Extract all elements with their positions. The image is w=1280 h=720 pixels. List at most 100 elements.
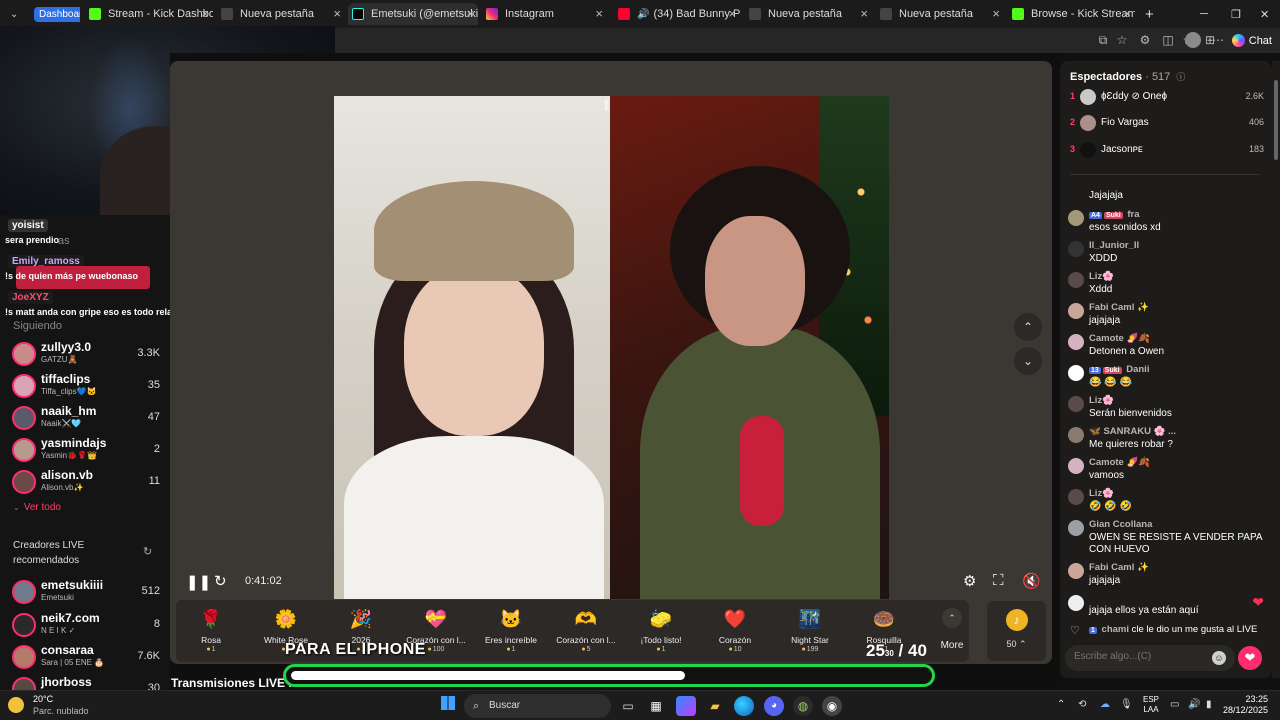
- close-icon[interactable]: ×: [201, 6, 209, 21]
- microphone-icon[interactable]: 🎙: [1120, 699, 1133, 710]
- tab-kick-browse[interactable]: Browse - Kick Streaming ×: [1008, 3, 1135, 25]
- chat-username[interactable]: Il_Junior_Il: [1089, 240, 1139, 251]
- close-icon[interactable]: ×: [1123, 6, 1131, 21]
- emoji-icon[interactable]: ☺: [1212, 651, 1226, 665]
- close-icon[interactable]: ×: [333, 6, 341, 21]
- sidebar-channel[interactable]: naaik_hm Naaik⚔️🩵 47: [10, 404, 160, 434]
- top-viewer-row[interactable]: 2 Fio Vargas 406: [1068, 114, 1266, 134]
- tab-new-3[interactable]: Nueva pestaña ×: [876, 3, 1004, 25]
- chat-username[interactable]: Camote 🍠🍂: [1089, 333, 1150, 344]
- next-stream-button[interactable]: ⌄: [1014, 347, 1042, 375]
- avatar: [12, 645, 36, 669]
- close-icon[interactable]: ×: [860, 6, 868, 21]
- gift-item[interactable]: ❤️ Corazón 10: [698, 603, 772, 659]
- chat-input-box[interactable]: ☺: [1065, 645, 1235, 671]
- chat-username[interactable]: Liz🌸: [1089, 395, 1114, 406]
- chat-input[interactable]: [1074, 651, 1204, 662]
- tab-instagram[interactable]: Instagram ×: [482, 3, 607, 25]
- copilot-chat-button[interactable]: Chat: [1231, 32, 1272, 49]
- sidebar-channel[interactable]: alison.vb Alison.vb✨ 11: [10, 468, 160, 498]
- chat-username[interactable]: Fabi Caml ✨: [1089, 302, 1149, 313]
- settings-icon[interactable]: ⚙: [963, 572, 976, 590]
- weather-widget[interactable]: 20°C Parc. nublado: [33, 693, 89, 717]
- close-icon[interactable]: ×: [595, 6, 603, 21]
- pause-icon[interactable]: ❚❚: [186, 573, 211, 591]
- onedrive-icon[interactable]: ☁: [1100, 699, 1110, 710]
- send-heart-button[interactable]: ❤: [1238, 646, 1262, 670]
- battery-icon[interactable]: ▮: [1206, 699, 1212, 710]
- favorite-star-icon[interactable]: ☆: [1115, 33, 1129, 47]
- gift-item[interactable]: 🫶 Corazón con l... 5: [549, 603, 623, 659]
- tab-list-button[interactable]: ⌄: [2, 3, 26, 25]
- taskbar-search[interactable]: ⌕ Buscar: [464, 694, 611, 718]
- chat-scroll-thumb[interactable]: [1274, 80, 1278, 160]
- network-icon[interactable]: ▭: [1170, 699, 1179, 710]
- tray-chevron-icon[interactable]: ⌃: [1057, 699, 1065, 710]
- weather-icon[interactable]: [8, 695, 28, 715]
- clock[interactable]: 23:25 28/12/2025: [1223, 694, 1268, 716]
- widgets-icon[interactable]: ▦: [646, 696, 666, 716]
- new-tab-button[interactable]: +: [1141, 3, 1161, 25]
- fullscreen-icon[interactable]: ⛶: [993, 572, 1004, 589]
- top-viewer-row[interactable]: 3 Jacsonᴘᴇ 183: [1068, 141, 1266, 161]
- mute-icon[interactable]: 🔇: [1022, 572, 1041, 590]
- gift-item[interactable]: 🌹 Rosa 1: [174, 603, 248, 659]
- discord-icon[interactable]: ◕: [764, 696, 784, 716]
- chat-username[interactable]: Camote 🍠🍂: [1089, 457, 1150, 468]
- maximize-icon[interactable]: ❐: [1227, 3, 1241, 25]
- chat-username[interactable]: 13 Suki Danii: [1089, 364, 1149, 375]
- chat-username[interactable]: Liz🌸: [1089, 488, 1114, 499]
- chat-username[interactable]: Fabi Caml ✨: [1089, 562, 1149, 573]
- windows-start-icon[interactable]: [438, 696, 458, 716]
- sidebar-channel[interactable]: tiffaclips Tiffa_clips💙🐱 35: [10, 372, 160, 402]
- sidebar-channel[interactable]: consaraa Sara | 05 ENE 🎂 7.6K: [10, 643, 160, 673]
- gift-item[interactable]: 🐱 Eres increíble 1: [474, 603, 548, 659]
- close-window-icon[interactable]: ✕: [1256, 3, 1270, 25]
- obs-icon[interactable]: ◉: [822, 696, 842, 716]
- close-icon[interactable]: ×: [728, 6, 736, 21]
- task-view-icon[interactable]: ▭: [618, 696, 638, 716]
- gift-item[interactable]: 🌃 Night Star 199: [773, 603, 847, 659]
- refresh-icon[interactable]: ↻: [214, 572, 227, 590]
- sidebar-channel[interactable]: neik7.com N E I K ✓ 8: [10, 611, 160, 641]
- tab-kick-dashboard[interactable]: Stream - Kick Dashboard ×: [85, 3, 213, 25]
- tab-new-2[interactable]: Nueva pestaña ×: [745, 3, 872, 25]
- minimize-icon[interactable]: ─: [1196, 3, 1210, 25]
- tray-app-icon[interactable]: ⟲: [1078, 699, 1086, 710]
- volume-icon[interactable]: 🔊: [1188, 699, 1200, 710]
- open-in-app-icon[interactable]: ⧉: [1096, 33, 1110, 47]
- coins-button[interactable]: ♪ 50 ⌃: [987, 601, 1046, 661]
- see-all-link[interactable]: ⌄ Ver todo: [13, 502, 61, 513]
- language-indicator[interactable]: ESP LAA: [1143, 695, 1159, 715]
- copilot-taskbar-icon[interactable]: [676, 696, 696, 716]
- more-menu-icon[interactable]: ⋯: [1211, 33, 1225, 47]
- chat-username[interactable]: 🦋 SANRAKU 🌸 ...: [1089, 426, 1176, 437]
- tab-youtube[interactable]: 🔊 (34) Bad Bunny Playlis ×: [614, 3, 740, 25]
- app-icon[interactable]: ◍: [793, 696, 813, 716]
- chat-username[interactable]: Liz🌸: [1089, 271, 1114, 282]
- tab-emetsuki[interactable]: Emetsuki (@emetsukiii) en ×: [348, 3, 478, 25]
- file-explorer-icon[interactable]: ▰: [705, 696, 725, 716]
- sidebar-channel[interactable]: zullyy3.0 GATZU🧸 3.3K: [10, 340, 160, 370]
- refresh-icon[interactable]: ↻: [143, 545, 152, 558]
- previous-stream-button[interactable]: ⌃: [1014, 313, 1042, 341]
- close-icon[interactable]: ×: [466, 6, 474, 21]
- close-icon[interactable]: ×: [992, 6, 1000, 21]
- sidebar-channel[interactable]: jhorboss 30: [10, 675, 160, 690]
- split-screen-icon[interactable]: ◫: [1161, 33, 1175, 47]
- gift-item[interactable]: 🧽 ¡Todo listo! 1: [624, 603, 698, 659]
- info-icon[interactable]: ⓘ: [1176, 72, 1185, 82]
- avatar: [1068, 334, 1084, 350]
- tab-group-dashboard[interactable]: Dashboard: [30, 3, 80, 25]
- tab-new-1[interactable]: Nueva pestaña ×: [217, 3, 345, 25]
- chat-username[interactable]: Gian Ccollana: [1089, 519, 1152, 530]
- more-gifts-button[interactable]: ⌃ More: [937, 603, 967, 658]
- sidebar-channel[interactable]: yasmindajs Yasmin🐞🌹👑 2: [10, 436, 160, 466]
- profile-avatar-icon[interactable]: [1185, 32, 1201, 48]
- edge-icon[interactable]: [734, 696, 754, 716]
- sidebar-channel[interactable]: emetsukiiii Emetsuki 512: [10, 578, 160, 608]
- speaker-icon[interactable]: 🔊: [637, 9, 649, 20]
- extensions-icon[interactable]: ⚙: [1138, 33, 1152, 47]
- chat-username[interactable]: A4 Suki fra: [1089, 209, 1140, 220]
- top-viewer-row[interactable]: 1 ɸƐddy ⊘ Oneɸ 2.6K: [1068, 88, 1266, 108]
